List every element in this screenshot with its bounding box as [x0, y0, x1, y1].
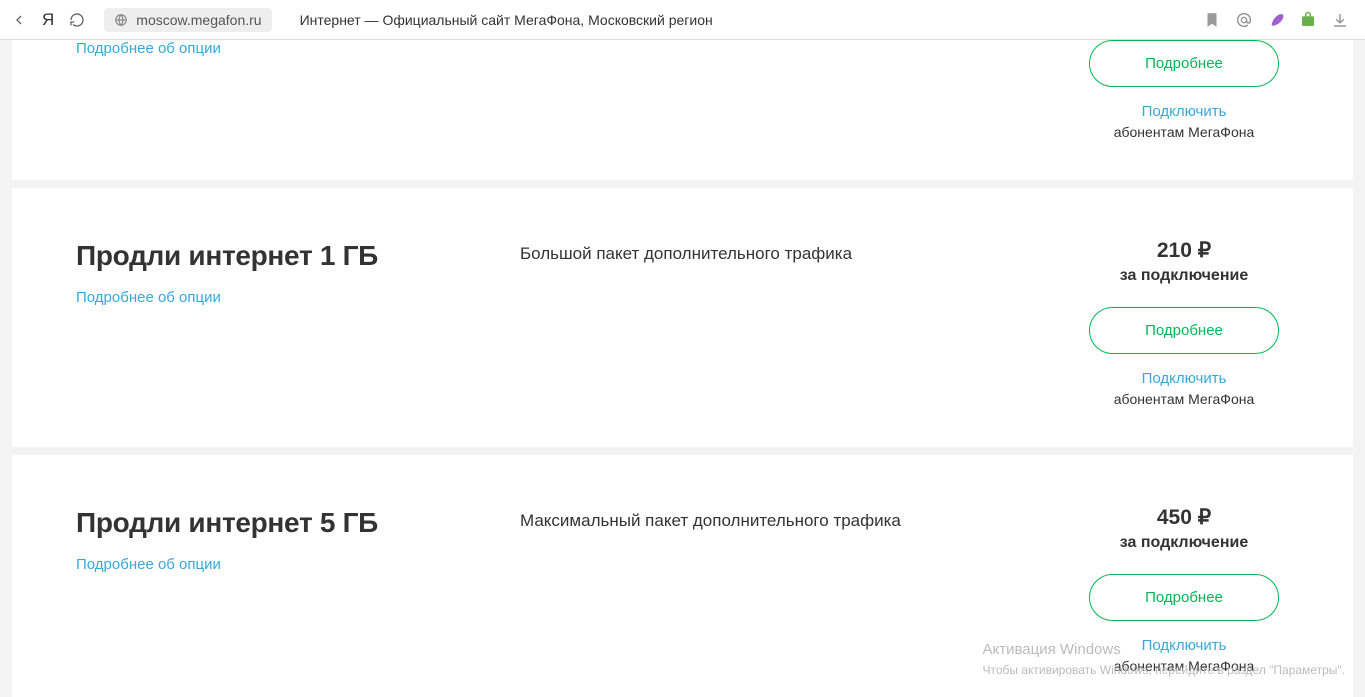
- feather-icon[interactable]: [1267, 11, 1285, 29]
- address-bar[interactable]: moscow.megafon.ru: [104, 8, 271, 32]
- details-button[interactable]: Подробнее: [1089, 40, 1279, 87]
- option-more-link[interactable]: Подробнее об опции: [76, 556, 221, 573]
- watermark-title: Активация Windows: [982, 639, 1345, 660]
- option-title: Продли интернет 1 ГБ: [76, 238, 496, 273]
- option-title: Продли интернет 5 ГБ: [76, 505, 496, 540]
- subscribers-note: абонентам МегаФона: [1079, 391, 1289, 407]
- download-icon[interactable]: [1331, 11, 1349, 29]
- back-button[interactable]: [10, 11, 28, 29]
- details-button[interactable]: Подробнее: [1089, 574, 1279, 621]
- page-content: Подробнее об опции Подробнее Подключить …: [0, 40, 1365, 697]
- option-description: Большой пакет дополнительного трафика: [520, 242, 1055, 267]
- connect-link[interactable]: Подключить: [1079, 370, 1289, 387]
- at-icon[interactable]: [1235, 11, 1253, 29]
- option-more-link[interactable]: Подробнее об опции: [76, 40, 221, 57]
- option-price: 450 ₽: [1079, 505, 1289, 530]
- option-card-partial: Подробнее об опции Подробнее Подключить …: [12, 40, 1353, 180]
- watermark-line: Чтобы активировать Windows, перейдите в …: [982, 662, 1345, 679]
- option-card-1gb: Продли интернет 1 ГБ Подробнее об опции …: [12, 188, 1353, 447]
- bookmark-icon[interactable]: [1203, 11, 1221, 29]
- reload-button[interactable]: [68, 11, 86, 29]
- option-description: Максимальный пакет дополнительного трафи…: [520, 509, 1055, 534]
- toolbar-right: [1203, 11, 1349, 29]
- subscribers-note: абонентам МегаФона: [1079, 124, 1289, 140]
- page-title-text: Интернет — Официальный сайт МегаФона, Мо…: [300, 12, 1189, 28]
- details-button[interactable]: Подробнее: [1089, 307, 1279, 354]
- windows-activation-watermark: Активация Windows Чтобы активировать Win…: [982, 639, 1345, 679]
- option-price: 210 ₽: [1079, 238, 1289, 263]
- connect-link[interactable]: Подключить: [1079, 103, 1289, 120]
- extension-icon[interactable]: [1299, 11, 1317, 29]
- option-more-link[interactable]: Подробнее об опции: [76, 289, 221, 306]
- browser-toolbar: Я moscow.megafon.ru Интернет — Официальн…: [0, 0, 1365, 40]
- option-price-sub: за подключение: [1079, 534, 1289, 552]
- url-text: moscow.megafon.ru: [136, 12, 261, 28]
- globe-icon: [114, 13, 128, 27]
- yandex-home-button[interactable]: Я: [42, 10, 54, 30]
- option-price-sub: за подключение: [1079, 267, 1289, 285]
